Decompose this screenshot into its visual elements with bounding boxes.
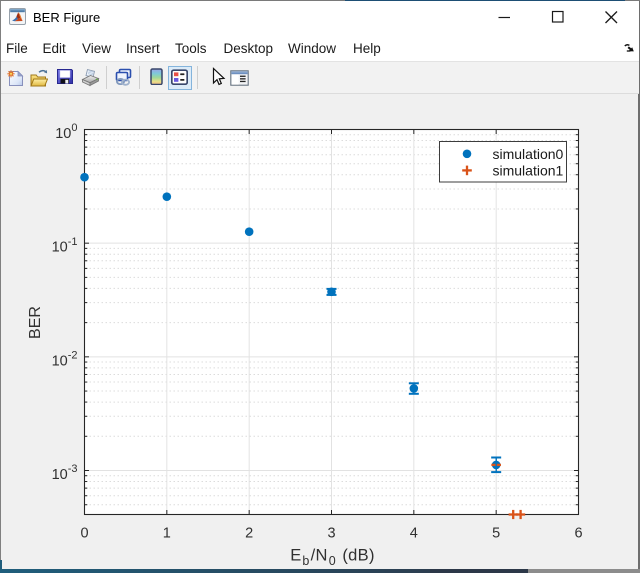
svg-text:3: 3 xyxy=(327,526,335,542)
svg-text:10-1: 10-1 xyxy=(52,236,78,256)
svg-text:4: 4 xyxy=(410,526,418,542)
svg-text:10-2: 10-2 xyxy=(52,350,78,370)
svg-text:5: 5 xyxy=(492,526,500,542)
svg-text:2: 2 xyxy=(245,526,253,542)
svg-text:0: 0 xyxy=(80,526,88,542)
svg-text:simulation1: simulation1 xyxy=(493,162,564,178)
svg-text:100: 100 xyxy=(55,122,77,142)
svg-text:Eb/N0 (dB): Eb/N0 (dB) xyxy=(290,547,375,569)
svg-text:BER: BER xyxy=(27,306,44,339)
svg-text:1: 1 xyxy=(163,526,171,542)
svg-text:6: 6 xyxy=(574,526,582,542)
svg-text:simulation0: simulation0 xyxy=(493,146,564,162)
svg-text:10-3: 10-3 xyxy=(52,463,78,483)
